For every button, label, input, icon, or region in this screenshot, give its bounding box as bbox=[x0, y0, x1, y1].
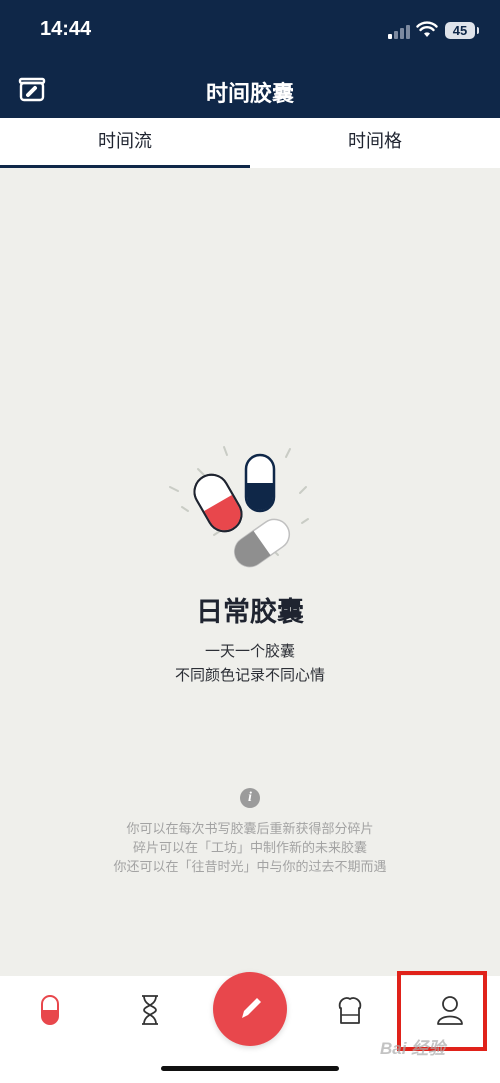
hourglass-icon[interactable] bbox=[130, 990, 170, 1030]
segment-tabs: 时间流 时间格 bbox=[0, 118, 500, 168]
tab-time-stream[interactable]: 时间流 bbox=[0, 118, 250, 168]
watermark: Bai 经验 bbox=[380, 1039, 446, 1058]
capsules-illustration bbox=[169, 446, 309, 568]
capsule-icon[interactable] bbox=[30, 990, 70, 1030]
write-capsule-button[interactable] bbox=[213, 972, 287, 1046]
info-icon: i bbox=[240, 788, 260, 808]
empty-state-title: 日常胶囊 bbox=[196, 597, 304, 628]
battery-indicator: 45 bbox=[445, 22, 479, 39]
hint-text: 你还可以在「往昔时光」中与你的过去不期而遇 bbox=[113, 860, 387, 875]
cellular-signal-icon bbox=[388, 25, 410, 39]
empty-state-line: 一天一个胶囊 bbox=[204, 642, 295, 660]
empty-state-line: 不同颜色记录不同心情 bbox=[174, 666, 325, 684]
status-time: 14:44 bbox=[40, 18, 92, 40]
tab-time-grid[interactable]: 时间格 bbox=[250, 118, 500, 168]
page-title: 时间胶囊 bbox=[205, 82, 294, 107]
nav-bar: 时间胶囊 bbox=[0, 62, 500, 118]
pencil-icon bbox=[242, 998, 261, 1018]
home-indicator bbox=[161, 1066, 339, 1071]
status-bar: 14:44 45 bbox=[0, 0, 500, 62]
hint-text: 你可以在每次书写胶囊后重新获得部分碎片 bbox=[126, 822, 374, 837]
wifi-icon bbox=[416, 21, 438, 37]
workshop-icon[interactable] bbox=[330, 990, 370, 1030]
hint-text: 碎片可以在「工坊」中制作新的未来胶囊 bbox=[132, 841, 367, 856]
user-icon[interactable] bbox=[430, 990, 470, 1030]
